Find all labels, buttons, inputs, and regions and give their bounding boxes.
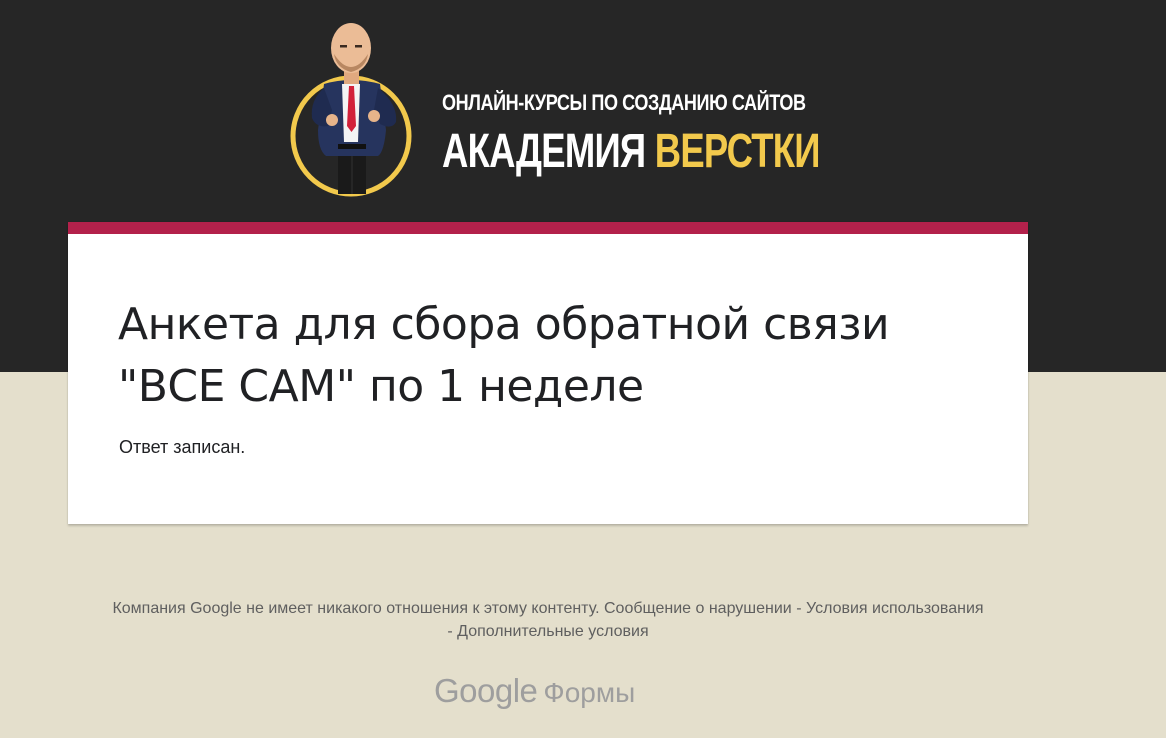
- disclaimer-text: Компания Google не имеет никакого отноше…: [112, 600, 600, 617]
- terms-link[interactable]: Условия использования: [806, 600, 984, 617]
- brand-forms: Формы: [543, 677, 636, 708]
- report-abuse-link[interactable]: Сообщение о нарушении: [604, 600, 792, 617]
- google-forms-logo[interactable]: Google Формы: [434, 672, 635, 710]
- logo-title-main: АКАДЕМИЯ: [442, 125, 646, 178]
- form-title: Анкета для сбора обратной связи "ВСЕ САМ…: [118, 299, 890, 412]
- logo-subtitle: ОНЛАЙН-КУРСЫ ПО СОЗДАНИЮ САЙТОВ: [442, 90, 806, 115]
- additional-terms-link[interactable]: Дополнительные условия: [457, 623, 648, 640]
- mascot-logo-icon: [290, 23, 412, 197]
- logo-title: АКАДЕМИЯ ВЕРСТКИ: [442, 124, 821, 179]
- footer-separator: -: [447, 623, 458, 640]
- footer-separator: -: [791, 600, 806, 617]
- form-confirmation-card: Анкета для сбора обратной связи "ВСЕ САМ…: [68, 222, 1028, 524]
- brand-google: Google: [434, 672, 538, 709]
- logo-title-accent: ВЕРСТКИ: [654, 125, 821, 178]
- response-recorded-message: Ответ записан.: [119, 437, 246, 457]
- academy-logo: ОНЛАЙН-КУРСЫ ПО СОЗДАНИЮ САЙТОВ АКАДЕМИЯ…: [288, 18, 828, 200]
- footer-disclaimer: Компания Google не имеет никакого отноше…: [110, 597, 986, 643]
